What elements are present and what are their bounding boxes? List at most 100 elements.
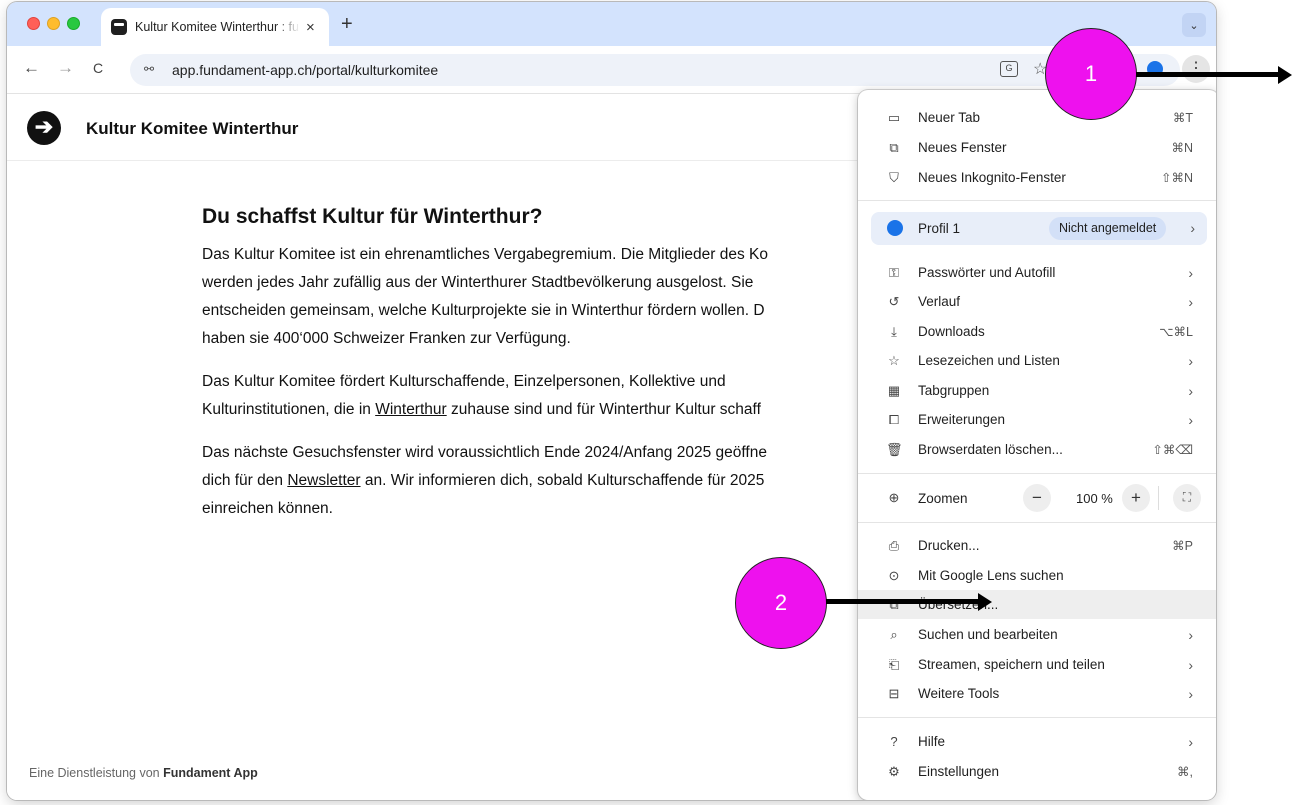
fullscreen-icon[interactable]: ⛶ bbox=[1173, 484, 1201, 512]
winterthur-link[interactable]: Winterthur bbox=[375, 401, 447, 418]
lens-icon: ⊙ bbox=[888, 567, 900, 583]
paragraph-3-line: Das nächste Gesuchsfenster wird voraussi… bbox=[202, 444, 767, 461]
translate-icon[interactable]: G bbox=[1000, 61, 1018, 77]
menu-item-settings[interactable]: ⚙ Einstellungen ⌘, bbox=[858, 757, 1216, 786]
history-icon: ↺ bbox=[888, 293, 900, 309]
menu-label: Tabgruppen bbox=[918, 383, 990, 398]
menu-item-history[interactable]: ↺ Verlauf › bbox=[858, 287, 1216, 316]
gear-icon: ⚙ bbox=[888, 763, 900, 779]
minimize-window-button[interactable] bbox=[47, 17, 60, 30]
annotation-arrow-2-line bbox=[826, 599, 980, 604]
paragraph-3-line: einreichen können. bbox=[202, 500, 333, 517]
text: dich für den bbox=[202, 472, 288, 489]
menu-item-translate[interactable]: ⧉ Übersetzen... bbox=[858, 590, 1216, 619]
page-headline: Du schaffst Kultur für Winterthur? bbox=[202, 205, 543, 228]
chrome-menu: ▭ Neuer Tab ⌘T ⧉ Neues Fenster ⌘N ⛉ Neues Ink… bbox=[858, 90, 1216, 800]
menu-label: Neuer Tab bbox=[918, 110, 981, 125]
menu-label: Zoomen bbox=[918, 490, 968, 506]
new-tab-button[interactable]: + bbox=[341, 13, 353, 36]
text: an. Wir informieren dich, sobald Kulturs… bbox=[360, 472, 765, 489]
menu-label: Hilfe bbox=[918, 734, 946, 749]
menu-label: Weitere Tools bbox=[918, 686, 1000, 701]
menu-divider bbox=[858, 522, 1216, 523]
new-window-icon: ⧉ bbox=[889, 139, 899, 155]
footer-brand-link[interactable]: Fundament App bbox=[163, 766, 258, 780]
chevron-right-icon: › bbox=[1188, 382, 1193, 399]
menu-item-zoom: ⊕ Zoomen − 100 % + ⛶ bbox=[858, 478, 1216, 518]
chevron-right-icon: › bbox=[1188, 411, 1193, 428]
menu-item-clear-data[interactable]: 🗑 Browserdaten löschen... ⇧⌘⌫ bbox=[858, 435, 1216, 464]
trash-icon: 🗑 bbox=[886, 441, 903, 457]
chevron-right-icon: › bbox=[1188, 352, 1193, 369]
site-name[interactable]: Kultur Komitee Winterthur bbox=[86, 119, 298, 139]
text: zuhause sind und für Winterthur Kultur s… bbox=[446, 401, 761, 418]
menu-item-downloads[interactable]: ⤓ Downloads ⌥⌘L bbox=[858, 317, 1216, 346]
maximize-window-button[interactable] bbox=[67, 17, 80, 30]
chrome-menu-button[interactable]: ⋮ bbox=[1182, 55, 1210, 83]
menu-shortcut: ⌘N bbox=[1171, 141, 1193, 155]
menu-label: Erweiterungen bbox=[918, 412, 1006, 427]
tab-kultur-komitee[interactable]: Kultur Komitee Winterthur : fu × bbox=[101, 8, 329, 46]
paragraph-1-line: entscheiden gemeinsam, welche Kulturproj… bbox=[202, 302, 765, 319]
menu-item-profile[interactable]: Profil 1 Nicht angemeldet › bbox=[871, 212, 1207, 245]
sign-in-status-badge[interactable]: Nicht angemeldet bbox=[1049, 217, 1167, 240]
menu-divider bbox=[858, 473, 1216, 474]
menu-item-cast-save-share[interactable]: ⎗ Streamen, speichern und teilen › bbox=[858, 650, 1216, 679]
menu-item-more-tools[interactable]: ⊟ Weitere Tools › bbox=[858, 679, 1216, 708]
reload-button[interactable]: C bbox=[93, 60, 103, 76]
menu-shortcut: ⌥⌘L bbox=[1159, 325, 1193, 339]
forward-button[interactable]: → bbox=[57, 58, 74, 78]
site-info-icon[interactable]: ⚯ bbox=[144, 62, 154, 76]
close-window-button[interactable] bbox=[27, 17, 40, 30]
tab-search-button[interactable]: ⌄ bbox=[1182, 13, 1206, 37]
newsletter-link[interactable]: Newsletter bbox=[287, 472, 360, 489]
menu-shortcut: ⌘, bbox=[1177, 765, 1193, 779]
menu-label: Suchen und bearbeiten bbox=[918, 627, 1058, 642]
chevron-right-icon: › bbox=[1188, 733, 1193, 750]
tab-strip: Kultur Komitee Winterthur : fu × + ⌄ bbox=[7, 2, 1216, 46]
menu-item-incognito[interactable]: ⛉ Neues Inkognito-Fenster ⇧⌘N bbox=[858, 163, 1216, 192]
menu-item-print[interactable]: ⎙ Drucken... ⌘P bbox=[858, 531, 1216, 560]
menu-item-new-tab[interactable]: ▭ Neuer Tab ⌘T bbox=[858, 103, 1216, 132]
profile-label: Profil 1 bbox=[918, 221, 961, 236]
paragraph-2-line: Das Kultur Komitee fördert Kulturschaffe… bbox=[202, 373, 726, 390]
menu-label: Lesezeichen und Listen bbox=[918, 353, 1060, 368]
menu-item-tabgroups[interactable]: ▦ Tabgruppen › bbox=[858, 376, 1216, 405]
tab-close-icon[interactable]: × bbox=[306, 19, 315, 36]
annotation-arrow-2-head bbox=[978, 593, 992, 611]
paragraph-2-line: Kulturinstitutionen, die in Winterthur z… bbox=[202, 396, 902, 424]
favicon-icon bbox=[111, 19, 127, 35]
menu-item-google-lens[interactable]: ⊙ Mit Google Lens suchen bbox=[858, 561, 1216, 590]
menu-item-new-window[interactable]: ⧉ Neues Fenster ⌘N bbox=[858, 133, 1216, 162]
chevron-right-icon: › bbox=[1188, 656, 1193, 673]
url-text[interactable]: app.fundament-app.ch/portal/kulturkomite… bbox=[172, 62, 438, 78]
annotation-arrow-1-line bbox=[1136, 72, 1278, 77]
zoom-out-button[interactable]: − bbox=[1023, 484, 1051, 512]
menu-item-bookmarks[interactable]: ☆ Lesezeichen und Listen › bbox=[858, 346, 1216, 375]
paragraph-1-line: haben sie 400‘000 Schweizer Franken zur … bbox=[202, 330, 571, 347]
zoom-in-button[interactable]: + bbox=[1122, 484, 1150, 512]
menu-item-help[interactable]: ? Hilfe › bbox=[858, 727, 1216, 756]
menu-item-find-edit[interactable]: ⌕ Suchen und bearbeiten › bbox=[858, 620, 1216, 649]
annotation-callout-2: 2 bbox=[735, 557, 827, 649]
incognito-icon: ⛉ bbox=[889, 169, 899, 185]
text: Kulturinstitutionen, die in bbox=[202, 401, 376, 418]
tab-title: Kultur Komitee Winterthur : fu bbox=[135, 20, 299, 34]
footer-prefix: Eine Dienstleistung von bbox=[29, 766, 164, 780]
annotation-callout-1: 1 bbox=[1045, 28, 1137, 120]
profile-icon bbox=[887, 220, 903, 236]
menu-shortcut: ⇧⌘⌫ bbox=[1152, 443, 1193, 457]
chevron-right-icon: › bbox=[1190, 220, 1195, 236]
menu-shortcut: ⌘T bbox=[1172, 111, 1193, 125]
cast-icon: ⎗ bbox=[888, 656, 900, 672]
zoom-icon: ⊕ bbox=[888, 490, 900, 505]
back-button[interactable]: ← bbox=[23, 58, 40, 78]
address-bar[interactable]: ⚯ app.fundament-app.ch/portal/kulturkomi… bbox=[130, 54, 1180, 86]
menu-label: Einstellungen bbox=[918, 764, 1000, 779]
menu-item-extensions[interactable]: ⧠ Erweiterungen › bbox=[858, 405, 1216, 434]
paragraph-3: Das nächste Gesuchsfenster wird voraussi… bbox=[202, 439, 902, 523]
site-logo-arrow-icon[interactable]: ➔ bbox=[27, 111, 61, 145]
paragraph-1: Das Kultur Komitee ist ein ehrenamtliche… bbox=[202, 241, 902, 353]
menu-shortcut: ⌘P bbox=[1172, 539, 1193, 553]
menu-item-passwords[interactable]: ⚿ Passwörter und Autofill › bbox=[858, 258, 1216, 287]
